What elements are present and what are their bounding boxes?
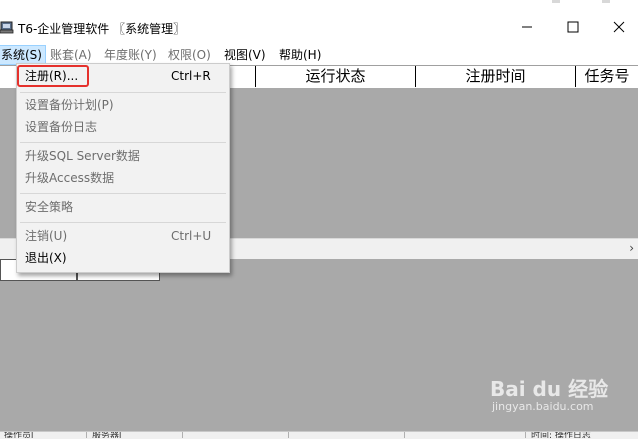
menu-separator <box>20 92 226 93</box>
close-icon[interactable] <box>612 20 626 34</box>
column-header-hidden[interactable] <box>230 66 256 87</box>
menu-help[interactable]: 帮助(H) <box>276 45 324 65</box>
menu-item-logout[interactable]: 注销(U) <box>25 226 67 246</box>
menu-separator <box>20 193 226 194</box>
menu-view[interactable]: 视图(V) <box>221 45 269 65</box>
column-header-status[interactable]: 运行状态 <box>256 66 416 87</box>
menu-system[interactable]: 系统(S) <box>0 45 46 65</box>
faint-mark <box>602 0 610 3</box>
status-server: 服务器[ <box>92 432 183 438</box>
watermark-logo: Bai du 经验 <box>490 377 609 401</box>
menu-item-security-policy[interactable]: 安全策略 <box>25 197 73 217</box>
menu-account[interactable]: 账套(A) <box>47 45 95 65</box>
menu-item-exit[interactable]: 退出(X) <box>25 248 67 268</box>
menu-item-upgrade-sql[interactable]: 升级SQL Server数据 <box>25 146 140 166</box>
app-icon <box>0 21 14 34</box>
maximize-icon[interactable] <box>566 20 580 34</box>
scroll-right-arrow-icon[interactable]: › <box>629 238 634 258</box>
status-log: 时间: 操作日志 <box>531 432 591 438</box>
faint-mark <box>552 0 560 3</box>
window-title: T6-企业管理软件 〖系统管理〗 <box>18 22 186 36</box>
menu-separator <box>20 142 226 143</box>
menu-permission[interactable]: 权限(O) <box>165 45 214 65</box>
column-header-register-time[interactable]: 注册时间 <box>416 66 576 87</box>
status-segment <box>188 432 289 438</box>
menu-item-backup-log[interactable]: 设置备份日志 <box>25 117 97 137</box>
minimize-icon[interactable] <box>520 20 534 34</box>
shortcut-register: Ctrl+R <box>171 69 211 83</box>
highlight-box <box>17 65 89 87</box>
watermark-url: jingyan.baidu.com <box>492 400 594 413</box>
menu-separator <box>20 222 226 223</box>
column-header-task-no[interactable]: 任务号 <box>576 66 638 87</box>
menu-item-backup-plan[interactable]: 设置备份计划(P) <box>25 95 114 115</box>
status-segment <box>410 432 526 438</box>
menu-item-upgrade-access[interactable]: 升级Access数据 <box>25 168 114 188</box>
menu-year-account[interactable]: 年度账(Y) <box>101 45 160 65</box>
status-operator: 操作员[ <box>4 432 87 438</box>
status-segment <box>294 432 405 438</box>
shortcut-logout: Ctrl+U <box>171 229 212 243</box>
